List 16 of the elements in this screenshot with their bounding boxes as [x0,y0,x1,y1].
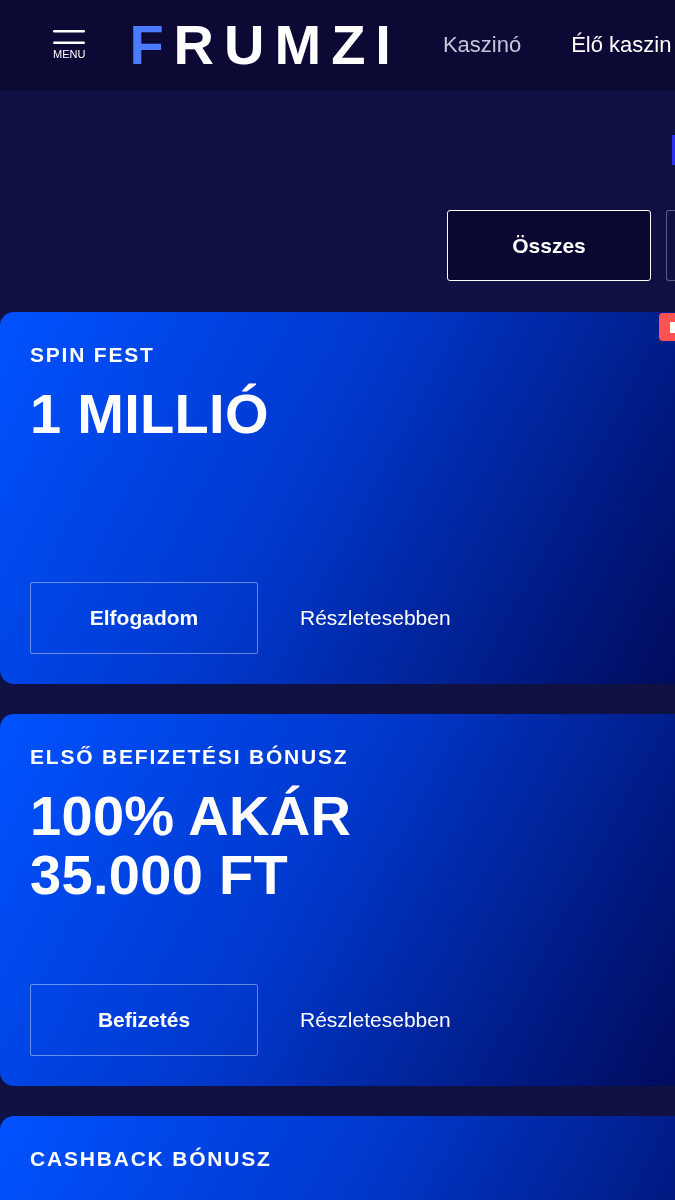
card-title: SPIN FEST [30,342,155,367]
menu-icon [53,30,86,44]
action-button[interactable]: Befizetés [30,984,258,1056]
card-title: CASHBACK BÓNUSZ [30,1146,272,1171]
nav-link[interactable]: Kaszinó [442,32,522,58]
card-headline: 1 MILLIÓ [30,384,269,443]
action-button[interactable]: Elfogadom [30,582,258,654]
menu-button[interactable]: MENU [53,30,86,60]
card-title: ELSŐ BEFIZETÉSI BÓNUSZ [30,744,349,769]
filter-button[interactable]: Összes [447,210,651,281]
filter-button[interactable] [666,210,675,281]
details-link[interactable]: Részletesebben [300,1008,451,1032]
details-link[interactable]: Részletesebben [300,606,451,630]
logo[interactable]: F RUMZI [129,17,401,73]
card-headline: 100% AKÁR 35.000 FT [30,786,353,904]
nav-link[interactable]: Élő kaszin [571,32,672,58]
